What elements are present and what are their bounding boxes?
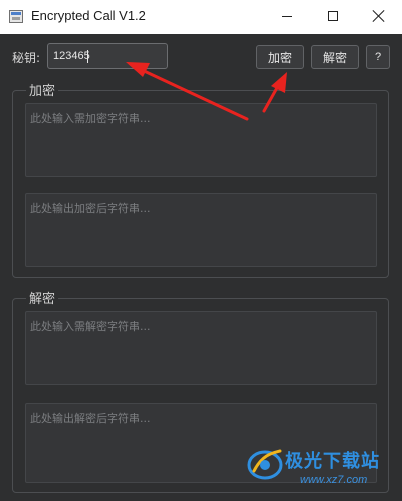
encrypt-output-textarea[interactable]: 此处输出加密后字符串... (25, 193, 377, 267)
decrypt-button[interactable]: 解密 (311, 45, 359, 69)
close-icon (373, 10, 385, 22)
encrypt-group-title: 加密 (26, 80, 59, 99)
watermark-title: 极光下载站 (285, 451, 380, 472)
encrypt-button[interactable]: 加密 (256, 45, 304, 69)
watermark-url: www.xz7.com (300, 474, 368, 486)
encrypt-group: 加密 此处输入需加密字符串... 此处输出加密后字符串... (12, 80, 389, 278)
maximize-icon (328, 11, 338, 21)
minimize-button[interactable] (264, 0, 310, 32)
text-caret (87, 50, 88, 63)
help-button[interactable]: ? (366, 45, 390, 69)
app-icon (9, 10, 23, 23)
title-bar: Encrypted Call V1.2 (0, 0, 402, 34)
key-label: 秘钥: (12, 51, 41, 65)
key-input[interactable] (47, 43, 168, 69)
encrypt-input-textarea[interactable]: 此处输入需加密字符串... (25, 103, 377, 177)
maximize-button[interactable] (310, 0, 356, 32)
watermark-logo-icon (247, 449, 283, 480)
close-button[interactable] (356, 0, 402, 32)
decrypt-group-title: 解密 (26, 288, 59, 307)
minimize-icon (282, 15, 292, 17)
window-title: Encrypted Call V1.2 (31, 8, 146, 23)
decrypt-input-textarea[interactable]: 此处输入需解密字符串... (25, 311, 377, 385)
